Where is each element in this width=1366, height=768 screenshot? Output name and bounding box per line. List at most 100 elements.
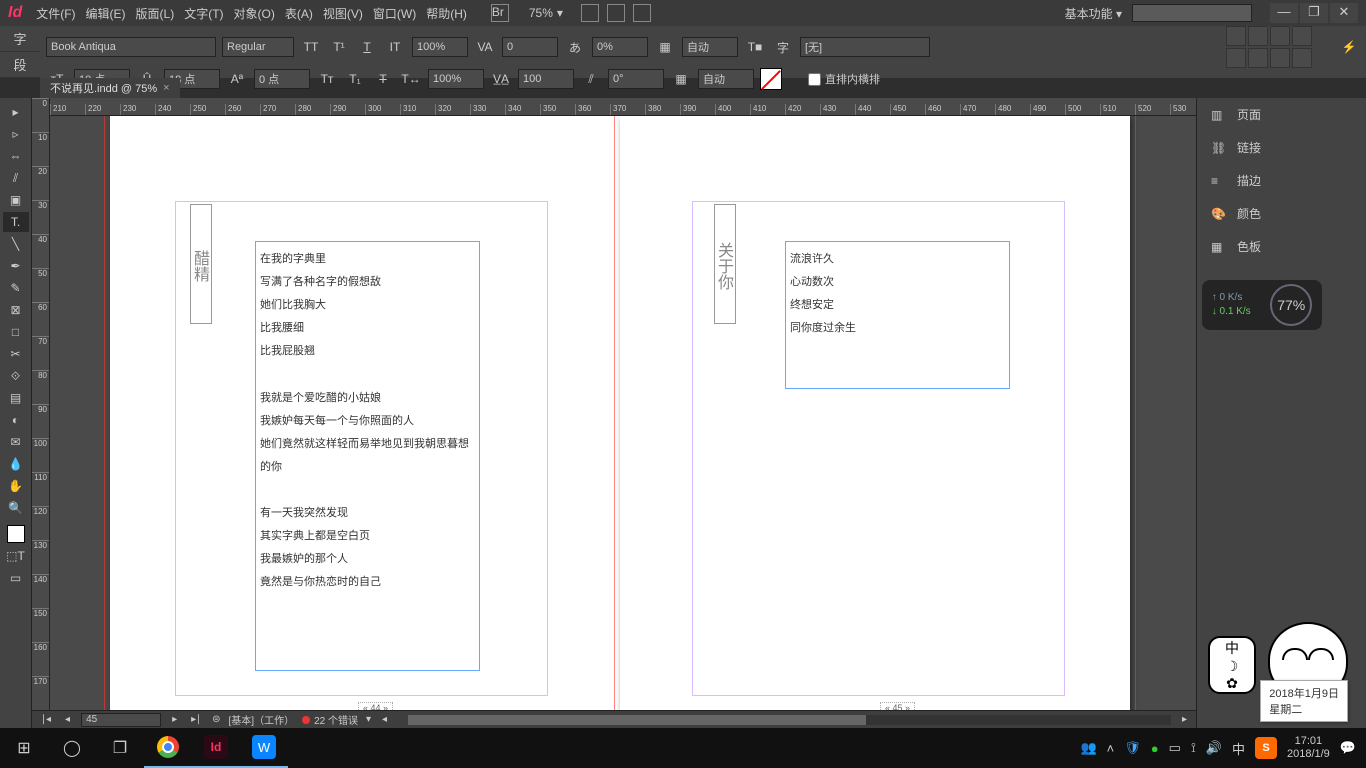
menu-view[interactable]: 视图(V)	[323, 5, 363, 22]
document-tab[interactable]: 不说再见.indd @ 75% ×	[40, 78, 180, 98]
close-button[interactable]: ✕	[1330, 3, 1358, 23]
text-fill-icon[interactable]: T■	[744, 37, 766, 57]
page-number-field[interactable]: 45	[81, 713, 161, 727]
start-button[interactable]: ⊞	[0, 728, 48, 768]
panel-pages[interactable]: ▥页面	[1197, 98, 1366, 131]
text-frame-right[interactable]: 流浪许久心动数次终想安定同你度过余生	[785, 241, 1010, 389]
content-collector-tool[interactable]: ▣	[3, 190, 29, 210]
menu-help[interactable]: 帮助(H)	[426, 5, 467, 22]
first-page-button[interactable]: ∣◂	[38, 714, 54, 725]
indesign-taskbar-icon[interactable]: Id	[192, 728, 240, 768]
subscript-icon[interactable]: T₁	[344, 69, 366, 89]
strike-icon[interactable]: T	[372, 69, 394, 89]
vscale-field[interactable]: 100%	[412, 37, 468, 57]
pencil-tool[interactable]: ✎	[3, 278, 29, 298]
grid-icon[interactable]: ▦	[654, 37, 676, 57]
zoom-dropdown-icon[interactable]: ▾	[557, 6, 563, 20]
notifications-icon[interactable]: 💬	[1340, 740, 1356, 756]
eyedropper-tool[interactable]: 💧	[3, 454, 29, 474]
menu-file[interactable]: 文件(F)	[36, 5, 75, 22]
people-icon[interactable]: 👥	[1080, 740, 1096, 756]
note-tool[interactable]: ✉	[3, 432, 29, 452]
scissors-tool[interactable]: ✂	[3, 344, 29, 364]
selection-tool[interactable]: ▸	[3, 102, 29, 122]
kerning-field[interactable]: 0	[502, 37, 558, 57]
panel-color[interactable]: 🎨颜色	[1197, 197, 1366, 230]
view-option-2-icon[interactable]	[607, 4, 625, 22]
menu-table[interactable]: 表(A)	[285, 5, 313, 22]
arrange-icon[interactable]	[633, 4, 651, 22]
tray-chevron-icon[interactable]: ˄	[1107, 741, 1115, 756]
canvas[interactable]: 醋精 在我的字典里写满了各种名字的假想敌她们比我胸大比我腰细比我屁股翘 我就是个…	[50, 116, 1196, 728]
cortana-button[interactable]: ◯	[48, 728, 96, 768]
tsume-field[interactable]: 0%	[592, 37, 648, 57]
wps-taskbar-icon[interactable]: W	[240, 728, 288, 768]
allcaps-icon[interactable]: TT	[300, 37, 322, 57]
page-left[interactable]: 醋精 在我的字典里写满了各种名字的假想敌她们比我胸大比我腰细比我屁股翘 我就是个…	[110, 116, 620, 726]
para-mode-button[interactable]: 段	[0, 52, 40, 78]
underline-icon[interactable]: T	[356, 37, 378, 57]
maximize-button[interactable]: ❐	[1300, 3, 1328, 23]
auto1-field[interactable]: 自动	[682, 37, 738, 57]
hand-tool[interactable]: ✋	[3, 476, 29, 496]
line-tool[interactable]: ╲	[3, 234, 29, 254]
volume-icon[interactable]: 🔊	[1206, 740, 1222, 756]
battery-icon[interactable]: ▭	[1169, 740, 1181, 756]
menu-object[interactable]: 对象(O)	[234, 5, 275, 22]
fill-swatch[interactable]	[760, 68, 782, 90]
quick-apply-icon[interactable]: ⚡	[1338, 37, 1360, 57]
tracking-field[interactable]: 100	[518, 69, 574, 89]
title-frame-left[interactable]: 醋精	[190, 204, 212, 324]
font-weight-field[interactable]: Regular	[222, 37, 294, 57]
page-right[interactable]: 关于你 流浪许久心动数次终想安定同你度过余生 « 45 »	[620, 116, 1130, 726]
free-transform-tool[interactable]: ⟐	[3, 366, 29, 386]
bridge-icon[interactable]: Br	[491, 4, 509, 22]
align-buttons[interactable]	[1226, 26, 1312, 68]
workspace-switcher[interactable]: 基本功能 ▾	[1065, 5, 1122, 22]
hscale-field[interactable]: 100%	[428, 69, 484, 89]
charstyle-field[interactable]: [无]	[800, 37, 930, 57]
skew-field[interactable]: 0°	[608, 69, 664, 89]
smallcaps-icon[interactable]: Tᴛ	[316, 69, 338, 89]
superscript-icon[interactable]: T¹	[328, 37, 350, 57]
zoom-level[interactable]: 75%	[529, 6, 553, 20]
tab-close-icon[interactable]: ×	[163, 82, 169, 94]
next-page-button[interactable]: ▸	[169, 714, 180, 725]
direct-selection-tool[interactable]: ▹	[3, 124, 29, 144]
auto2-field[interactable]: 自动	[698, 69, 754, 89]
tatechuyoko-checkbox[interactable]: 直排内横排	[808, 71, 880, 87]
panel-link[interactable]: ⛓链接	[1197, 131, 1366, 164]
horizontal-scrollbar[interactable]	[408, 715, 1171, 725]
screen-mode-icon[interactable]: ▭	[3, 568, 29, 588]
wechat-icon[interactable]: ●	[1151, 741, 1159, 756]
menu-layout[interactable]: 版面(L)	[136, 5, 175, 22]
ime-bubble[interactable]: 中 ☽ ✿	[1208, 636, 1256, 694]
type-tool[interactable]: T.	[3, 212, 29, 232]
task-view-button[interactable]: ❐	[96, 728, 144, 768]
prev-page-button[interactable]: ◂	[62, 714, 73, 725]
wifi-icon[interactable]: ⟟	[1191, 740, 1196, 756]
menu-edit[interactable]: 编辑(E)	[86, 5, 126, 22]
last-page-button[interactable]: ▸∣	[188, 714, 204, 725]
text-frame-left[interactable]: 在我的字典里写满了各种名字的假想敌她们比我胸大比我腰细比我屁股翘 我就是个爱吃醋…	[255, 241, 480, 671]
menu-window[interactable]: 窗口(W)	[373, 5, 416, 22]
scroll-right-button[interactable]: ▸	[1179, 714, 1190, 725]
rectangle-frame-tool[interactable]: ⊠	[3, 300, 29, 320]
open-dropdown-icon[interactable]: ⊜	[212, 714, 220, 725]
fill-stroke-icon[interactable]	[3, 524, 29, 544]
title-frame-right[interactable]: 关于你	[714, 204, 736, 324]
page-tool[interactable]: ⇔	[3, 146, 29, 166]
view-option-1-icon[interactable]	[581, 4, 599, 22]
grid2-icon[interactable]: ▦	[670, 69, 692, 89]
network-monitor-widget[interactable]: ↑ 0 K/s ↓ 0.1 K/s 77%	[1202, 280, 1322, 330]
ime-indicator[interactable]: 中	[1232, 739, 1245, 758]
zoom-tool[interactable]: 🔍	[3, 498, 29, 518]
preflight-errors[interactable]: 22 个错误	[302, 712, 358, 727]
security-icon[interactable]: 🛡	[1124, 740, 1141, 756]
font-family-field[interactable]: Book Antiqua	[46, 37, 216, 57]
scroll-left-button[interactable]: ◂	[379, 714, 390, 725]
panel-swatch[interactable]: ▦色板	[1197, 230, 1366, 263]
pen-tool[interactable]: ✒	[3, 256, 29, 276]
taskbar-clock[interactable]: 17:01 2018/1/9	[1287, 735, 1330, 761]
rectangle-tool[interactable]: □	[3, 322, 29, 342]
